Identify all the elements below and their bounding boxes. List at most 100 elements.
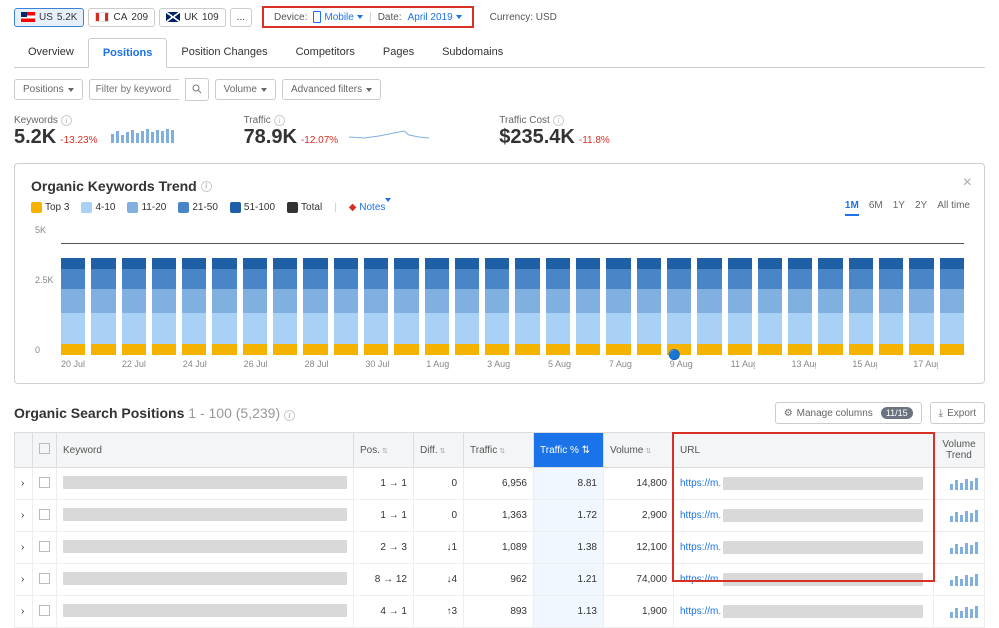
- legend-11-20[interactable]: 11-20: [127, 202, 166, 213]
- legend-4-10[interactable]: 4-10: [81, 202, 115, 213]
- positions-filter[interactable]: Positions: [14, 79, 83, 100]
- country-us[interactable]: US 5.2K: [14, 8, 84, 27]
- manage-columns-button[interactable]: ⚙ Manage columns11/15: [775, 402, 922, 424]
- date-select[interactable]: April 2019: [408, 12, 462, 23]
- diff-cell: 0: [414, 500, 464, 532]
- select-all-checkbox[interactable]: [39, 443, 50, 454]
- traffic-pct-cell: 1.72: [534, 500, 604, 532]
- device-label: Device:: [274, 12, 307, 23]
- info-icon[interactable]: i: [201, 181, 212, 192]
- col-keyword[interactable]: Keyword: [57, 433, 354, 468]
- expand-row[interactable]: ›: [15, 468, 33, 500]
- keyword-cell[interactable]: [63, 540, 347, 553]
- row-checkbox[interactable]: [39, 605, 50, 616]
- keyword-cell[interactable]: [63, 508, 347, 521]
- url-cell[interactable]: https://m.: [674, 596, 934, 628]
- traffic-cell: 893: [464, 596, 534, 628]
- col-vtrend[interactable]: Volume Trend: [934, 433, 985, 468]
- row-checkbox[interactable]: [39, 509, 50, 520]
- url-cell[interactable]: https://m.: [674, 500, 934, 532]
- col-traffic-pct[interactable]: Traffic % ⇅: [534, 433, 604, 468]
- row-checkbox[interactable]: [39, 573, 50, 584]
- mobile-icon: [313, 11, 321, 23]
- diff-cell: ↑3: [414, 596, 464, 628]
- close-icon[interactable]: ×: [963, 174, 972, 192]
- chevron-down-icon: [456, 15, 462, 19]
- col-volume[interactable]: Volume⇅: [604, 433, 674, 468]
- legend-21-50[interactable]: 21-50: [178, 202, 218, 213]
- keyword-cell[interactable]: [63, 476, 347, 489]
- keywords-trend-card: Organic Keywords Trendi × Top 3 4-10 11-…: [14, 163, 985, 384]
- positions-title: Organic Search Positions 1 - 100 (5,239)…: [14, 405, 295, 422]
- table-row: ›1 → 106,9568.8114,800https://m.: [15, 468, 985, 500]
- keyword-filter-input[interactable]: [89, 79, 179, 100]
- volume-cell: 14,800: [604, 468, 674, 500]
- tab-subdomains[interactable]: Subdomains: [428, 38, 517, 68]
- tab-competitors[interactable]: Competitors: [282, 38, 369, 68]
- row-checkbox[interactable]: [39, 477, 50, 488]
- traffic-pct-cell: 1.21: [534, 564, 604, 596]
- range-all[interactable]: All time: [937, 200, 970, 216]
- range-1y[interactable]: 1Y: [893, 200, 905, 216]
- range-6m[interactable]: 6M: [869, 200, 883, 216]
- info-icon[interactable]: i: [553, 115, 564, 126]
- country-uk[interactable]: UK 109: [159, 8, 226, 27]
- advanced-filters[interactable]: Advanced filters: [282, 79, 381, 100]
- flag-uk-icon: [166, 12, 180, 22]
- diff-cell: ↓4: [414, 564, 464, 596]
- traffic-cell: 1,363: [464, 500, 534, 532]
- tab-position-changes[interactable]: Position Changes: [167, 38, 281, 68]
- row-checkbox[interactable]: [39, 541, 50, 552]
- chart-area: 5K 2.5K 0 🔵: [31, 225, 968, 355]
- traffic-cell: 1,089: [464, 532, 534, 564]
- pos-cell: 2 → 3: [354, 532, 414, 564]
- device-select[interactable]: Mobile: [313, 11, 362, 23]
- total-trendline: [61, 243, 964, 244]
- keyword-cell[interactable]: [63, 604, 347, 617]
- keywords-sparkline: [111, 127, 174, 143]
- expand-row[interactable]: ›: [15, 596, 33, 628]
- table-row: ›4 → 1↑38931.131,900https://m.: [15, 596, 985, 628]
- vtrend-cell: [934, 468, 985, 500]
- expand-row[interactable]: ›: [15, 532, 33, 564]
- metric-cost: Traffic Costi $235.4K-11.8%: [499, 115, 610, 149]
- volume-cell: 74,000: [604, 564, 674, 596]
- info-icon[interactable]: i: [61, 115, 72, 126]
- tab-overview[interactable]: Overview: [14, 38, 88, 68]
- legend-top3[interactable]: Top 3: [31, 202, 69, 213]
- tab-positions[interactable]: Positions: [88, 38, 168, 68]
- keyword-search-button[interactable]: [185, 78, 209, 101]
- country-more[interactable]: ...: [230, 8, 252, 27]
- col-diff[interactable]: Diff.⇅: [414, 433, 464, 468]
- info-icon[interactable]: i: [274, 115, 285, 126]
- range-2y[interactable]: 2Y: [915, 200, 927, 216]
- legend-51-100[interactable]: 51-100: [230, 202, 275, 213]
- url-cell[interactable]: https://m.: [674, 468, 934, 500]
- range-1m[interactable]: 1M: [845, 200, 859, 216]
- search-icon: [192, 84, 202, 94]
- notes-toggle[interactable]: ◆ Notes: [349, 202, 392, 213]
- volume-filter[interactable]: Volume: [215, 79, 276, 100]
- table-row: ›2 → 3↓11,0891.3812,100https://m.: [15, 532, 985, 564]
- expand-row[interactable]: ›: [15, 564, 33, 596]
- volume-cell: 1,900: [604, 596, 674, 628]
- export-button[interactable]: ⤓ Export: [930, 402, 985, 424]
- col-pos[interactable]: Pos.⇅: [354, 433, 414, 468]
- table-row: ›1 → 101,3631.722,900https://m.: [15, 500, 985, 532]
- legend-total[interactable]: Total: [287, 202, 322, 213]
- country-ca[interactable]: CA 209: [88, 8, 155, 27]
- diff-cell: 0: [414, 468, 464, 500]
- info-icon[interactable]: i: [284, 410, 295, 421]
- expand-row[interactable]: ›: [15, 500, 33, 532]
- url-cell[interactable]: https://m.: [674, 564, 934, 596]
- main-tabs: Overview Positions Position Changes Comp…: [0, 38, 999, 68]
- col-url[interactable]: URL: [674, 433, 934, 468]
- url-cell[interactable]: https://m.: [674, 532, 934, 564]
- diff-cell: ↓1: [414, 532, 464, 564]
- google-update-icon[interactable]: 🔵: [668, 350, 680, 361]
- traffic-sparkline: [349, 127, 429, 143]
- tab-pages[interactable]: Pages: [369, 38, 428, 68]
- vtrend-cell: [934, 500, 985, 532]
- positions-table: Keyword Pos.⇅ Diff.⇅ Traffic⇅ Traffic % …: [14, 432, 985, 628]
- col-traffic[interactable]: Traffic⇅: [464, 433, 534, 468]
